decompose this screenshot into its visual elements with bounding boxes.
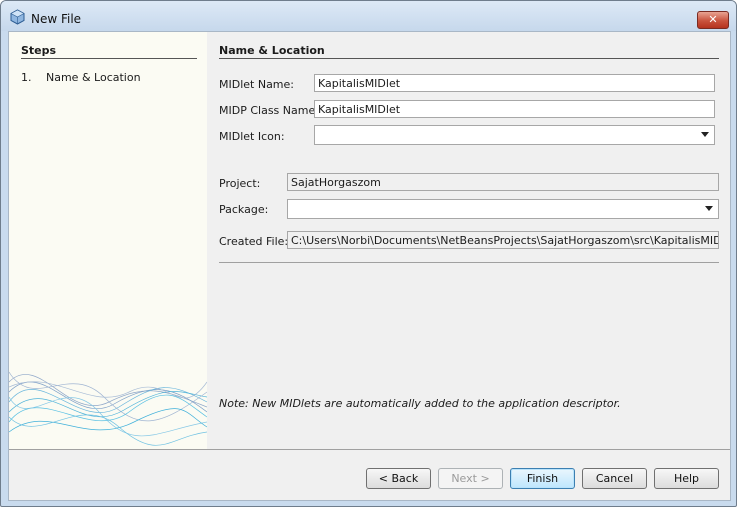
created-file-field: C:\Users\Norbi\Documents\NetBeansProject… [287, 231, 719, 249]
package-label: Package: [219, 203, 269, 216]
help-button[interactable]: Help [654, 468, 719, 489]
back-button[interactable]: < Back [366, 468, 431, 489]
project-field: SajatHorgaszom [287, 173, 719, 191]
package-dropdown[interactable] [287, 199, 719, 219]
steps-divider [21, 58, 197, 59]
finish-button[interactable]: Finish [510, 468, 575, 489]
close-button[interactable]: ✕ [697, 11, 729, 29]
new-file-dialog: New File ✕ Steps 1. Name & Location Name… [0, 0, 737, 507]
section-title: Name & Location [219, 44, 325, 57]
steps-panel: Steps 1. Name & Location [9, 32, 207, 449]
midp-class-name-label: MIDP Class Name: [219, 104, 319, 117]
midlet-name-field[interactable]: KapitalisMIDlet [314, 74, 715, 92]
close-icon: ✕ [708, 13, 718, 26]
midlet-icon-label: MIDlet Icon: [219, 130, 285, 143]
chevron-down-icon [701, 132, 709, 137]
cancel-button[interactable]: Cancel [582, 468, 647, 489]
midp-class-name-field[interactable]: KapitalisMIDlet [314, 100, 715, 118]
title-bar[interactable]: New File ✕ [1, 1, 736, 31]
project-label: Project: [219, 177, 261, 190]
midlet-icon-dropdown[interactable] [314, 125, 715, 145]
next-button[interactable]: Next > [438, 468, 503, 489]
decorative-wave-graphic [9, 371, 207, 446]
note-text: Note: New MIDlets are automatically adde… [219, 397, 621, 410]
created-file-label: Created File: [219, 235, 289, 248]
netbeans-cube-icon [10, 9, 25, 25]
chevron-down-icon [705, 206, 713, 211]
step-number: 1. [21, 71, 32, 84]
window-title: New File [31, 12, 82, 26]
midlet-name-label: MIDlet Name: [219, 78, 294, 91]
button-bar-separator [9, 449, 730, 450]
dialog-content: Steps 1. Name & Location Name & Location… [8, 31, 731, 501]
form-separator [219, 262, 719, 263]
steps-title: Steps [21, 44, 57, 57]
section-divider [219, 58, 719, 59]
step-label: Name & Location [46, 71, 141, 84]
